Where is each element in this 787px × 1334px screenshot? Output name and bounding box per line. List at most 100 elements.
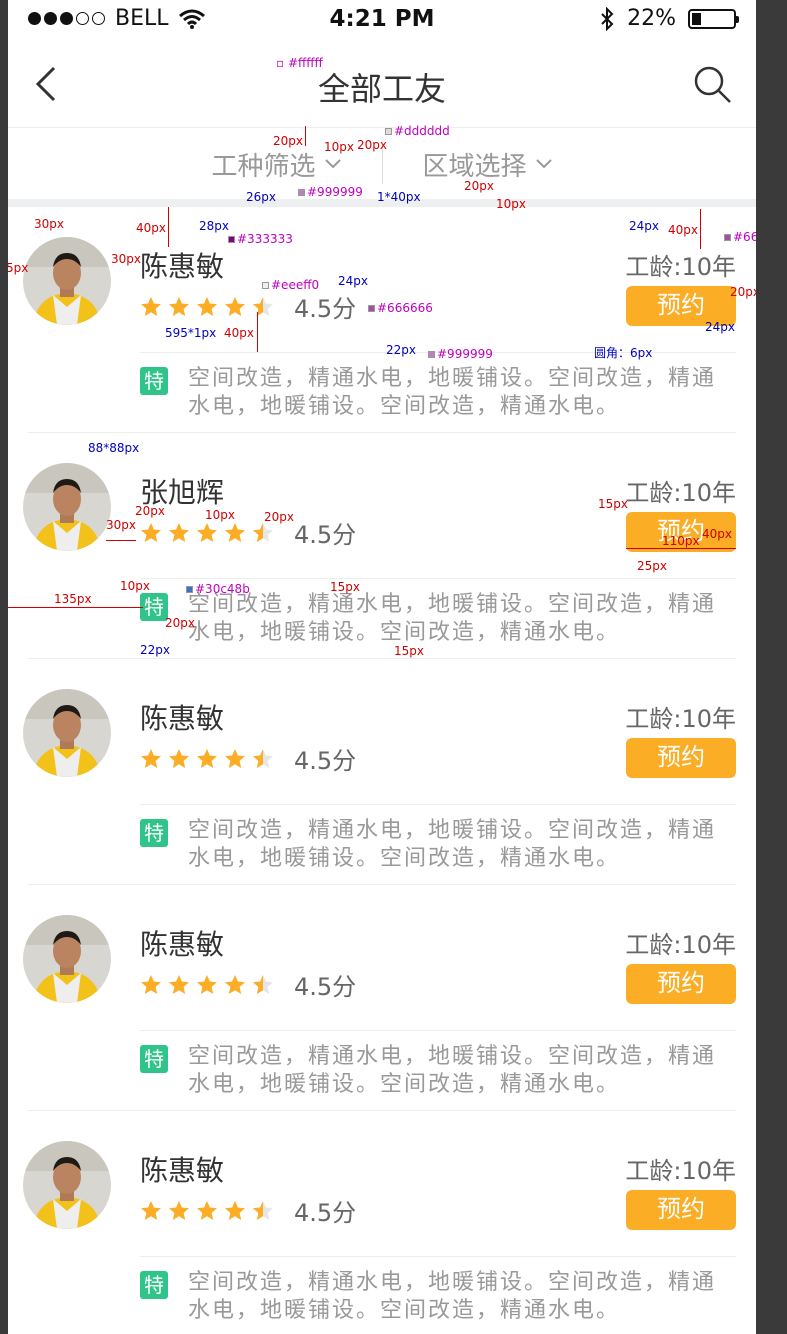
anno-40px: 40px: [702, 527, 732, 541]
anno-26px: 26px: [246, 190, 276, 204]
chevron-down-icon: [535, 159, 552, 169]
anno-ddd: #dddddd: [385, 124, 450, 138]
anno-24px: 24px: [705, 320, 735, 334]
phone-screen: BELL 4:21 PM 22% 全部工友 工种筛选 区域选择 陈惠敏 4.5分…: [8, 0, 756, 1334]
anno-eee: #eeeff0: [262, 278, 319, 292]
book-button[interactable]: 预约: [626, 964, 736, 1004]
star-icon: [169, 522, 189, 542]
rating-score: 4.5分: [294, 973, 357, 1001]
star-icon: [141, 1200, 161, 1220]
worker-card[interactable]: 陈惠敏 4.5分 工龄:10年 预约特空间改造，精通水电，地暖铺设。空间改造，精通水电…: [8, 659, 756, 885]
book-button[interactable]: 预约: [626, 1190, 736, 1230]
anno-green: #30c48b: [186, 582, 250, 596]
status-bar: BELL 4:21 PM 22%: [8, 0, 756, 40]
star-icon: [169, 1200, 189, 1220]
battery-percent: 22%: [627, 6, 676, 31]
skill-description: 空间改造，精通水电，地暖铺设。空间改造，精通水电，地暖铺设。空间改造，精通水电。: [188, 818, 717, 871]
avatar: [23, 689, 111, 777]
job-type-filter[interactable]: 工种筛选: [211, 146, 341, 183]
anno-40px: 40px: [136, 221, 166, 235]
job-type-filter-label: 工种筛选: [211, 151, 316, 182]
anno-28px: 28px: [199, 219, 229, 233]
anno-135px: 135px: [54, 592, 92, 606]
star-icon: [141, 296, 161, 316]
star-half-icon: [253, 522, 273, 542]
page-title: 全部工友: [317, 70, 446, 108]
chevron-down-icon: [324, 159, 341, 169]
star-icon: [225, 974, 245, 994]
anno-25px: 25px: [637, 559, 667, 573]
anno-595x1: 595*1px: [165, 326, 217, 340]
anno-30px: 30px: [34, 217, 64, 231]
star-half-icon: [253, 974, 273, 994]
special-tag: 特: [140, 1271, 168, 1299]
work-years: 工龄:10年: [625, 253, 736, 281]
star-rating: [140, 974, 274, 996]
battery-icon: [688, 8, 739, 29]
avatar: [23, 237, 111, 325]
rating-score: 4.5分: [294, 747, 357, 775]
anno-20px: 20px: [273, 134, 303, 148]
anno-20px: 20px: [165, 616, 195, 630]
star-icon: [225, 296, 245, 316]
anno-10px: 10px: [496, 197, 526, 211]
region-filter[interactable]: 区域选择: [423, 146, 553, 183]
anno-24px: 24px: [338, 274, 368, 288]
rating: 4.5分: [140, 289, 356, 324]
book-button[interactable]: 预约: [626, 738, 736, 778]
worker-card[interactable]: 张旭辉 4.5分 工龄:10年 预约特空间改造，精通水电，地暖铺设。空间改造，精通水电…: [8, 433, 756, 659]
anno-666: #666666: [368, 301, 433, 315]
status-right: 22%: [599, 6, 739, 31]
anno-20px: 20px: [264, 510, 294, 524]
worker-name: 陈惠敏: [140, 702, 225, 735]
worker-card[interactable]: 陈惠敏 4.5分 工龄:10年 预约特空间改造，精通水电，地暖铺设。空间改造，精通水电…: [8, 885, 756, 1111]
nav-bar: 全部工友: [8, 40, 756, 128]
worker-name: 陈惠敏: [140, 928, 225, 961]
card-divider: [140, 578, 736, 579]
region-filter-label: 区域选择: [422, 151, 527, 182]
anno-15px: 15px: [394, 644, 424, 658]
anno-110px: 110px: [662, 534, 700, 548]
card-divider: [140, 1030, 736, 1031]
star-half-icon: [253, 296, 273, 316]
skill-description: 空间改造，精通水电，地暖铺设。空间改造，精通水电，地暖铺设。空间改造，精通水电。: [188, 366, 717, 419]
anno-20px: 20px: [135, 504, 165, 518]
star-icon: [225, 1200, 245, 1220]
anno-1x40: 1*40px: [377, 190, 421, 204]
special-tag: 特: [140, 593, 168, 621]
worker-name: 陈惠敏: [140, 250, 225, 283]
anno-10px: 10px: [324, 140, 354, 154]
anno-white: ▫ #ffffff: [276, 56, 323, 70]
star-rating: [140, 296, 274, 318]
anno-22px: 22px: [140, 643, 170, 657]
star-icon: [141, 522, 161, 542]
rating: 4.5分: [140, 741, 356, 776]
star-icon: [169, 974, 189, 994]
star-icon: [141, 974, 161, 994]
star-icon: [197, 974, 217, 994]
star-half-icon: [253, 748, 273, 768]
avatar: [23, 915, 111, 1003]
avatar: [23, 463, 111, 551]
star-rating: [140, 1200, 274, 1222]
worker-card[interactable]: 陈惠敏 4.5分 工龄:10年 预约特空间改造，精通水电，地暖铺设。空间改造，精通水电…: [8, 207, 756, 433]
work-years: 工龄:10年: [625, 1157, 736, 1185]
special-tag: 特: [140, 819, 168, 847]
anno-15px: 15px: [330, 580, 360, 594]
anno-15px: 15px: [598, 497, 628, 511]
search-icon[interactable]: [690, 62, 734, 106]
rating: 4.5分: [140, 515, 356, 550]
special-tag: 特: [140, 1045, 168, 1073]
rating-score: 4.5分: [294, 1199, 357, 1227]
anno-999: #999999: [428, 347, 493, 361]
rating: 4.5分: [140, 1193, 356, 1228]
anno-5px: 5px: [8, 261, 29, 275]
star-icon: [141, 748, 161, 768]
anno-30px: 30px: [106, 518, 136, 532]
anno-999: #999999: [298, 185, 363, 199]
skill-description: 空间改造，精通水电，地暖铺设。空间改造，精通水电，地暖铺设。空间改造，精通水电。: [188, 1270, 717, 1323]
anno-30px: 30px: [111, 252, 141, 266]
worker-card[interactable]: 陈惠敏 4.5分 工龄:10年 预约特空间改造，精通水电，地暖铺设。空间改造，精通水电…: [8, 1111, 756, 1334]
star-icon: [225, 522, 245, 542]
star-icon: [197, 296, 217, 316]
